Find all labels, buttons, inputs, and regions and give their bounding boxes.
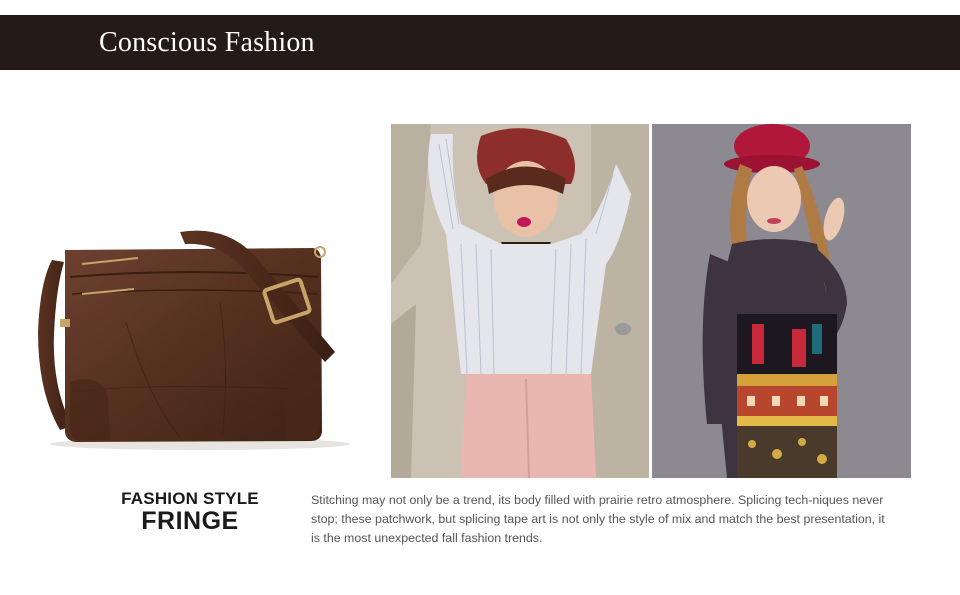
style-heading: FASHION STYLE FRINGE [80,489,300,535]
product-description: Stitching may not only be a trend, its b… [311,493,885,545]
model-photo-patterned-dress[interactable] [652,124,911,478]
style-label-fringe: FRINGE [141,507,239,535]
header-bar: Conscious Fashion [0,15,960,70]
style-label-fashion: FASHION STYLE [121,489,259,508]
page-title: Conscious Fashion [99,27,315,58]
model-photo-striped-shirt[interactable] [391,124,649,478]
product-bag-image[interactable] [30,222,365,452]
